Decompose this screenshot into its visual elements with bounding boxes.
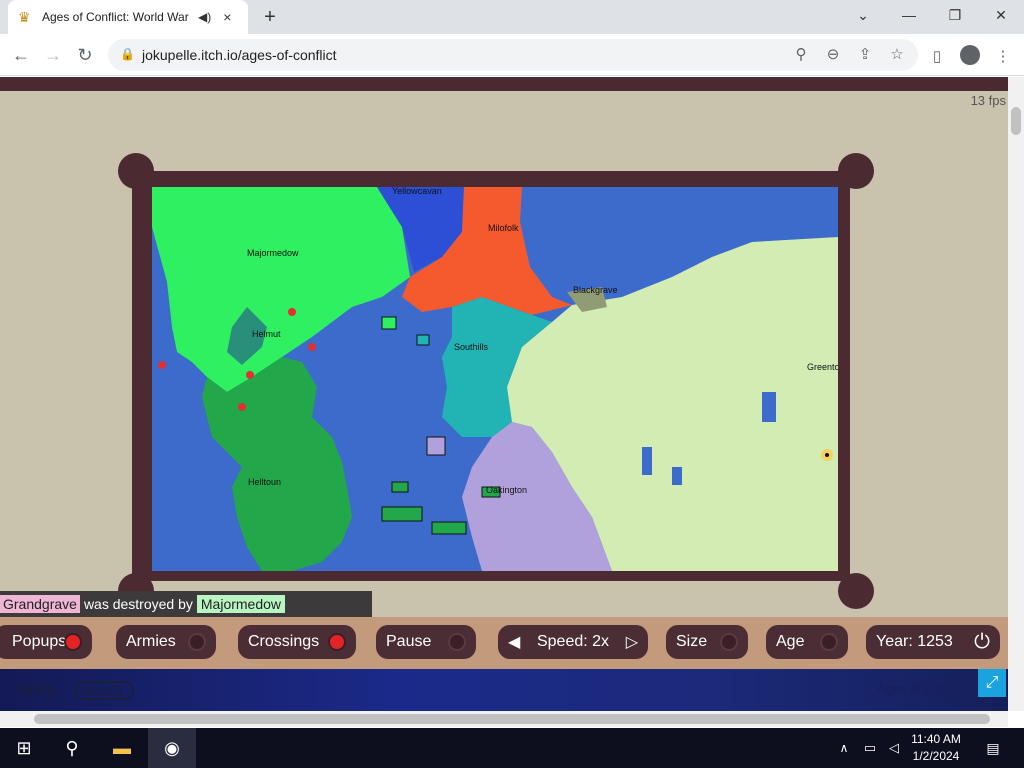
crossings-toggle[interactable]: Crossings [238,625,356,659]
speed-control: ◀ Speed: 2x ▷ [498,625,648,659]
lock-icon: 🔒 [120,47,135,61]
speed-decrease-icon[interactable]: ◀ [508,632,520,652]
city-label: Helmut [252,329,281,339]
armies-label: Armies [126,633,176,650]
game-page: 13 fps Yellowcavan Milofolk Majormedow B… [0,77,1008,711]
webgl-logo: WebGL [74,681,134,700]
restore-button[interactable]: ❐ [932,0,978,30]
pause-label: Pause [386,633,432,650]
event-notification: Grandgrave was destroyed by Majormedow [0,591,372,617]
city-label: Milofolk [488,223,519,233]
city-label: Southills [454,342,489,352]
city-label: Greenton [807,362,838,372]
armies-indicator [188,633,206,651]
notifications-icon[interactable]: ▤ [978,728,1008,768]
popups-label: Popups [12,633,67,650]
horizontal-scrollbar[interactable] [0,711,1008,727]
destroyed-nation: Grandgrave [0,595,80,613]
world-map[interactable]: Yellowcavan Milofolk Majormedow Blackgra… [152,187,838,571]
popups-toggle[interactable]: Popups [0,625,92,659]
share-icon[interactable]: ⇪ [854,45,876,63]
tab-search-icon[interactable]: ⌄ [840,0,886,30]
speed-label: Speed: 2x [536,633,610,650]
unity-logo: Unity [18,681,56,698]
vertical-scrollbar[interactable] [1008,77,1024,711]
unity-footer: Unity WebGL Ages of Conflict ⤢ [0,669,1008,711]
age-toggle[interactable]: Age [766,625,848,659]
reload-icon[interactable]: ↻ [72,42,98,68]
speed-increase-icon[interactable]: ▷ [626,632,638,652]
network-icon[interactable]: ▭ [858,728,882,768]
windows-start-icon[interactable]: ⊞ [0,728,48,768]
frame-corner [118,153,154,189]
frame-corner [838,153,874,189]
tab-strip: ♛ Ages of Conflict: World War ◀) × + ⌄ —… [0,0,1024,34]
control-bar: Popups Armies Crossings Pause ◀ Speed: 2… [0,617,1008,669]
armies-toggle[interactable]: Armies [116,625,216,659]
tab-title: Ages of Conflict: World War [42,10,189,24]
fullscreen-icon[interactable]: ⤢ [978,669,1006,697]
clock-date: 1/2/2024 [912,749,960,763]
close-window-button[interactable]: ✕ [978,0,1024,30]
minimize-button[interactable]: — [886,0,932,30]
search-icon[interactable]: ⚲ [790,45,812,63]
crown-icon: ♛ [18,9,31,25]
age-label: Age [776,633,805,650]
system-clock[interactable]: 11:40 AM 1/2/2024 [904,731,968,765]
address-bar[interactable]: 🔒 jokupelle.itch.io/ages-of-conflict ⚲ ⊖… [108,39,918,71]
clock-time: 11:40 AM [911,732,961,746]
forward-icon[interactable]: → [40,42,66,68]
city-label: Majormedow [247,248,299,258]
game-title: Ages of Conflict [876,681,968,696]
browser-tab[interactable]: ♛ Ages of Conflict: World War ◀) × [8,0,248,34]
city-label: Helltoun [248,477,282,487]
pause-toggle[interactable]: Pause [376,625,476,659]
volume-icon[interactable]: ◁ [882,728,906,768]
size-toggle[interactable]: Size [666,625,748,659]
age-indicator [820,633,838,651]
search-icon[interactable]: ⚲ [48,728,96,768]
notification-text: was destroyed by [83,596,193,612]
profile-avatar[interactable] [960,45,980,65]
pause-indicator [448,633,466,651]
map-territories [152,187,838,571]
file-explorer-icon[interactable]: ▬ [98,728,146,768]
back-icon[interactable]: ← [8,42,34,68]
chrome-icon[interactable]: ◉ [148,728,196,768]
fps-counter: 13 fps [970,93,1006,108]
close-tab-icon[interactable]: × [223,9,231,25]
size-indicator [720,633,738,651]
city-label: Yellowcavan [392,187,442,196]
side-panel-icon[interactable]: ▯ [926,47,948,65]
chevron-up-icon[interactable]: ∧ [832,728,856,768]
city-label: Blackgrave [573,285,618,295]
crossings-label: Crossings [248,633,320,650]
zoom-out-icon[interactable]: ⊖ [822,45,844,63]
scroll-thumb[interactable] [1011,107,1021,135]
menu-kebab-icon[interactable]: ⋮ [992,47,1014,65]
year-label: Year: 1253 [876,633,953,650]
popups-indicator [64,633,82,651]
url-text: jokupelle.itch.io/ages-of-conflict [142,47,337,63]
year-panel: Year: 1253 ⏻ [866,625,1000,659]
city-label: Oakington [486,485,528,495]
taskbar: ⊞ ⚲ ▬ ◉ ∧ ▭ ◁ 11:40 AM 1/2/2024 ▤ [0,728,1024,768]
power-icon[interactable]: ⏻ [974,631,990,654]
speaker-icon[interactable]: ◀) [198,10,211,24]
bookmark-star-icon[interactable]: ☆ [886,45,908,63]
size-label: Size [676,633,708,650]
frame-corner [838,573,874,609]
new-tab-button[interactable]: + [258,6,282,28]
attacker-nation: Majormedow [196,595,286,613]
crossings-indicator [328,633,346,651]
scroll-thumb[interactable] [34,714,990,724]
top-band [0,77,1008,91]
browser-toolbar: ← → ↻ 🔒 jokupelle.itch.io/ages-of-confli… [0,34,1024,76]
